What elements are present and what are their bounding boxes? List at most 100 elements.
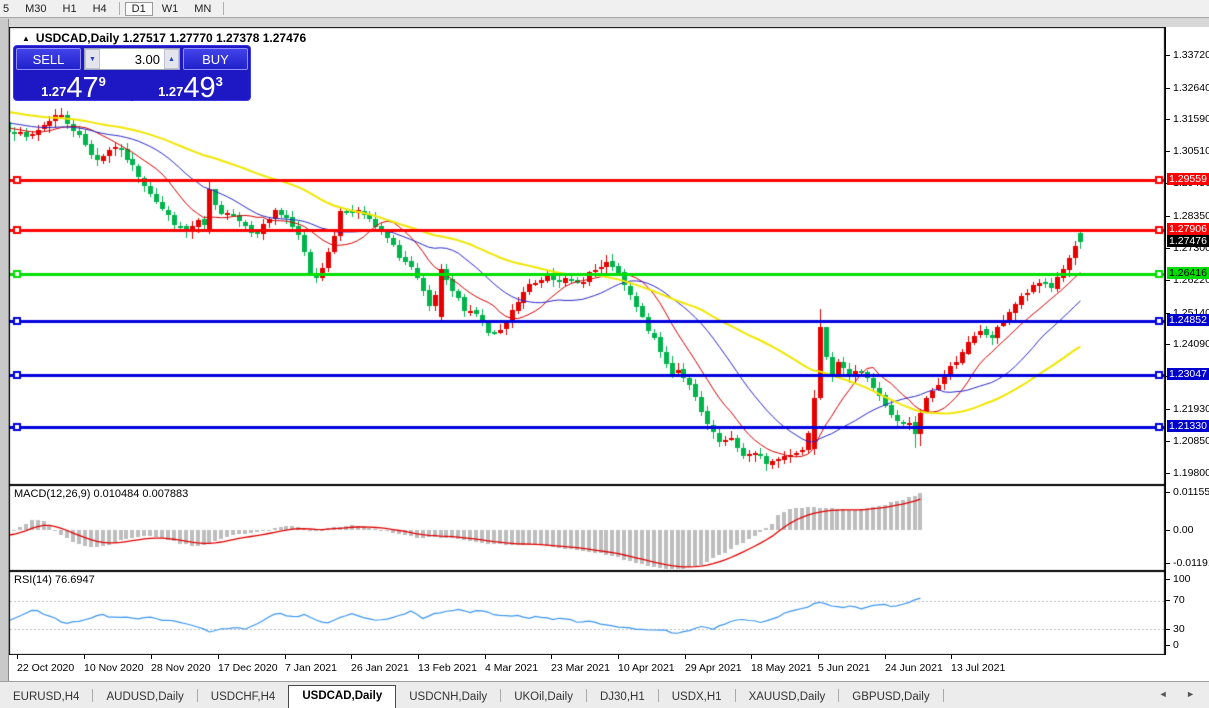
date-label: 24 Jun 2021 — [885, 662, 943, 674]
date-label: 13 Jul 2021 — [951, 662, 1005, 674]
buy-price-sup: 3 — [216, 74, 223, 89]
timeframe-button-h4[interactable]: H4 — [86, 2, 114, 16]
hline-price-label: 1.24852 — [1167, 314, 1209, 326]
date-label: 18 May 2021 — [751, 662, 812, 674]
rsi-axis-tick-dash — [1166, 629, 1170, 630]
date-axis-tick — [618, 655, 619, 659]
hline-price-label: 1.29559 — [1167, 173, 1209, 185]
date-label: 4 Mar 2021 — [485, 662, 538, 674]
macd-axis-label: -0.011914 — [1173, 557, 1209, 569]
window-edge — [0, 19, 1209, 27]
rsi-label: RSI(14) 76.6947 — [14, 574, 95, 586]
application-window: 5M30H1H4 D1W1MN ▲ USDCAD,Daily 1.27517 1.2… — [0, 0, 1209, 708]
chart-canvas[interactable] — [9, 27, 1165, 655]
date-label: 5 Jun 2021 — [818, 662, 870, 674]
timeframe-button-h1[interactable]: H1 — [56, 2, 84, 16]
tab-audusd[interactable]: AUDUSD,Daily — [93, 688, 196, 708]
volume-up-button[interactable]: ▲ — [164, 49, 179, 69]
date-axis-tick — [285, 655, 286, 659]
price-axis-tick-dash — [1166, 409, 1170, 410]
date-label: 29 Apr 2021 — [685, 662, 742, 674]
sell-price-base: 1.27 — [41, 84, 66, 99]
date-label: 26 Jan 2021 — [351, 662, 409, 674]
price-axis-tick: 1.32640 — [1173, 82, 1209, 94]
timeframe-button-m30[interactable]: M30 — [18, 2, 53, 16]
date-axis[interactable]: 22 Oct 202010 Nov 202028 Nov 202017 Dec … — [9, 655, 1209, 681]
price-axis-tick-dash — [1166, 473, 1170, 474]
macd-axis-label: 0.00 — [1173, 524, 1193, 536]
volume-input[interactable] — [100, 49, 164, 69]
toolbar-separator — [119, 2, 120, 15]
sell-price-display[interactable]: 1.27 47 9 — [16, 72, 131, 101]
buy-price-display[interactable]: 1.27 49 3 — [133, 72, 248, 101]
price-axis-tick-dash — [1166, 280, 1170, 281]
date-axis-tick — [551, 655, 552, 659]
date-label: 13 Feb 2021 — [418, 662, 477, 674]
date-label: 7 Jan 2021 — [285, 662, 337, 674]
price-axis-tick-dash — [1166, 151, 1170, 152]
date-axis-tick — [951, 655, 952, 659]
date-axis-tick — [885, 655, 886, 659]
volume-down-button[interactable]: ▼ — [85, 49, 100, 69]
hline-price-label: 1.21330 — [1167, 420, 1209, 432]
price-axis[interactable]: 1.337201.326401.315901.305101.294501.283… — [1165, 27, 1209, 655]
chart-tab-bar: ◄ ► EURUSD,H4AUDUSD,DailyUSDCHF,H4USDCAD… — [0, 681, 1209, 708]
rsi-axis-label: 30 — [1173, 623, 1185, 635]
date-axis-tick — [751, 655, 752, 659]
chart-title: USDCAD,Daily 1.27517 1.27770 1.27378 1.2… — [36, 31, 306, 45]
tab-scroll-arrows[interactable]: ◄ ► — [1159, 689, 1203, 699]
date-label: 10 Apr 2021 — [618, 662, 675, 674]
timeframe-button-d1[interactable]: D1 — [125, 2, 153, 16]
tab-ukoil[interactable]: UKOil,Daily — [501, 688, 586, 708]
timeframe-button-w1[interactable]: W1 — [155, 2, 186, 16]
hline-price-label: 1.26416 — [1167, 267, 1209, 279]
collapse-triangle-icon[interactable]: ▲ — [22, 34, 30, 43]
date-axis-tick — [418, 655, 419, 659]
tab-xauusd[interactable]: XAUUSD,Daily — [736, 688, 839, 708]
price-axis-tick-dash — [1166, 441, 1170, 442]
window-edge-left — [0, 19, 9, 681]
buy-price-big: 49 — [183, 75, 215, 101]
timeframe-button-mn[interactable]: MN — [187, 2, 218, 16]
tab-usdchf[interactable]: USDCHF,H4 — [198, 688, 289, 708]
date-label: 17 Dec 2020 — [218, 662, 278, 674]
tab-gbpusd[interactable]: GBPUSD,Daily — [839, 688, 942, 708]
price-axis-tick: 1.19800 — [1173, 467, 1209, 479]
buy-price-base: 1.27 — [158, 84, 183, 99]
price-axis-tick-dash — [1166, 119, 1170, 120]
tab-separator — [943, 689, 944, 702]
rsi-axis-tick-dash — [1166, 579, 1170, 580]
price-axis-tick-dash — [1166, 55, 1170, 56]
date-label: 10 Nov 2020 — [84, 662, 144, 674]
price-axis-tick-dash — [1166, 248, 1170, 249]
date-axis-tick — [485, 655, 486, 659]
rsi-axis-label: 0 — [1173, 639, 1179, 651]
tab-usdcnh[interactable]: USDCNH,Daily — [396, 688, 500, 708]
volume-stepper: ▼ ▲ — [84, 48, 180, 70]
buy-button[interactable]: BUY — [183, 48, 248, 70]
date-axis-tick — [685, 655, 686, 659]
sell-button[interactable]: SELL — [16, 48, 81, 70]
date-axis-tick — [84, 655, 85, 659]
price-axis-tick: 1.30510 — [1173, 145, 1209, 157]
date-axis-tick — [17, 655, 18, 659]
tab-dj30[interactable]: DJ30,H1 — [587, 688, 658, 708]
rsi-axis-label: 70 — [1173, 594, 1185, 606]
tab-usdcad[interactable]: USDCAD,Daily — [288, 685, 396, 708]
timeframe-toolbar: 5M30H1H4 D1W1MN — [0, 0, 1209, 18]
date-label: 22 Oct 2020 — [17, 662, 74, 674]
price-axis-tick: 1.33720 — [1173, 49, 1209, 61]
date-axis-tick — [818, 655, 819, 659]
tab-eurusd[interactable]: EURUSD,H4 — [0, 688, 92, 708]
price-axis-tick: 1.24090 — [1173, 338, 1209, 350]
price-axis-tick: 1.28350 — [1173, 210, 1209, 222]
rsi-axis-tick-dash — [1166, 600, 1170, 601]
one-click-trade-panel: SELL ▼ ▲ BUY 1.27 47 9 1.27 49 3 — [13, 45, 251, 101]
price-axis-tick: 1.21930 — [1173, 403, 1209, 415]
price-axis-tick-dash — [1166, 88, 1170, 89]
timeframe-button-5[interactable]: 5 — [0, 2, 16, 16]
price-axis-tick-dash — [1166, 216, 1170, 217]
tab-usdx[interactable]: USDX,H1 — [659, 688, 735, 708]
sell-price-sup: 9 — [99, 74, 106, 89]
chart-symbol-header: ▲ USDCAD,Daily 1.27517 1.27770 1.27378 1.… — [22, 31, 306, 45]
